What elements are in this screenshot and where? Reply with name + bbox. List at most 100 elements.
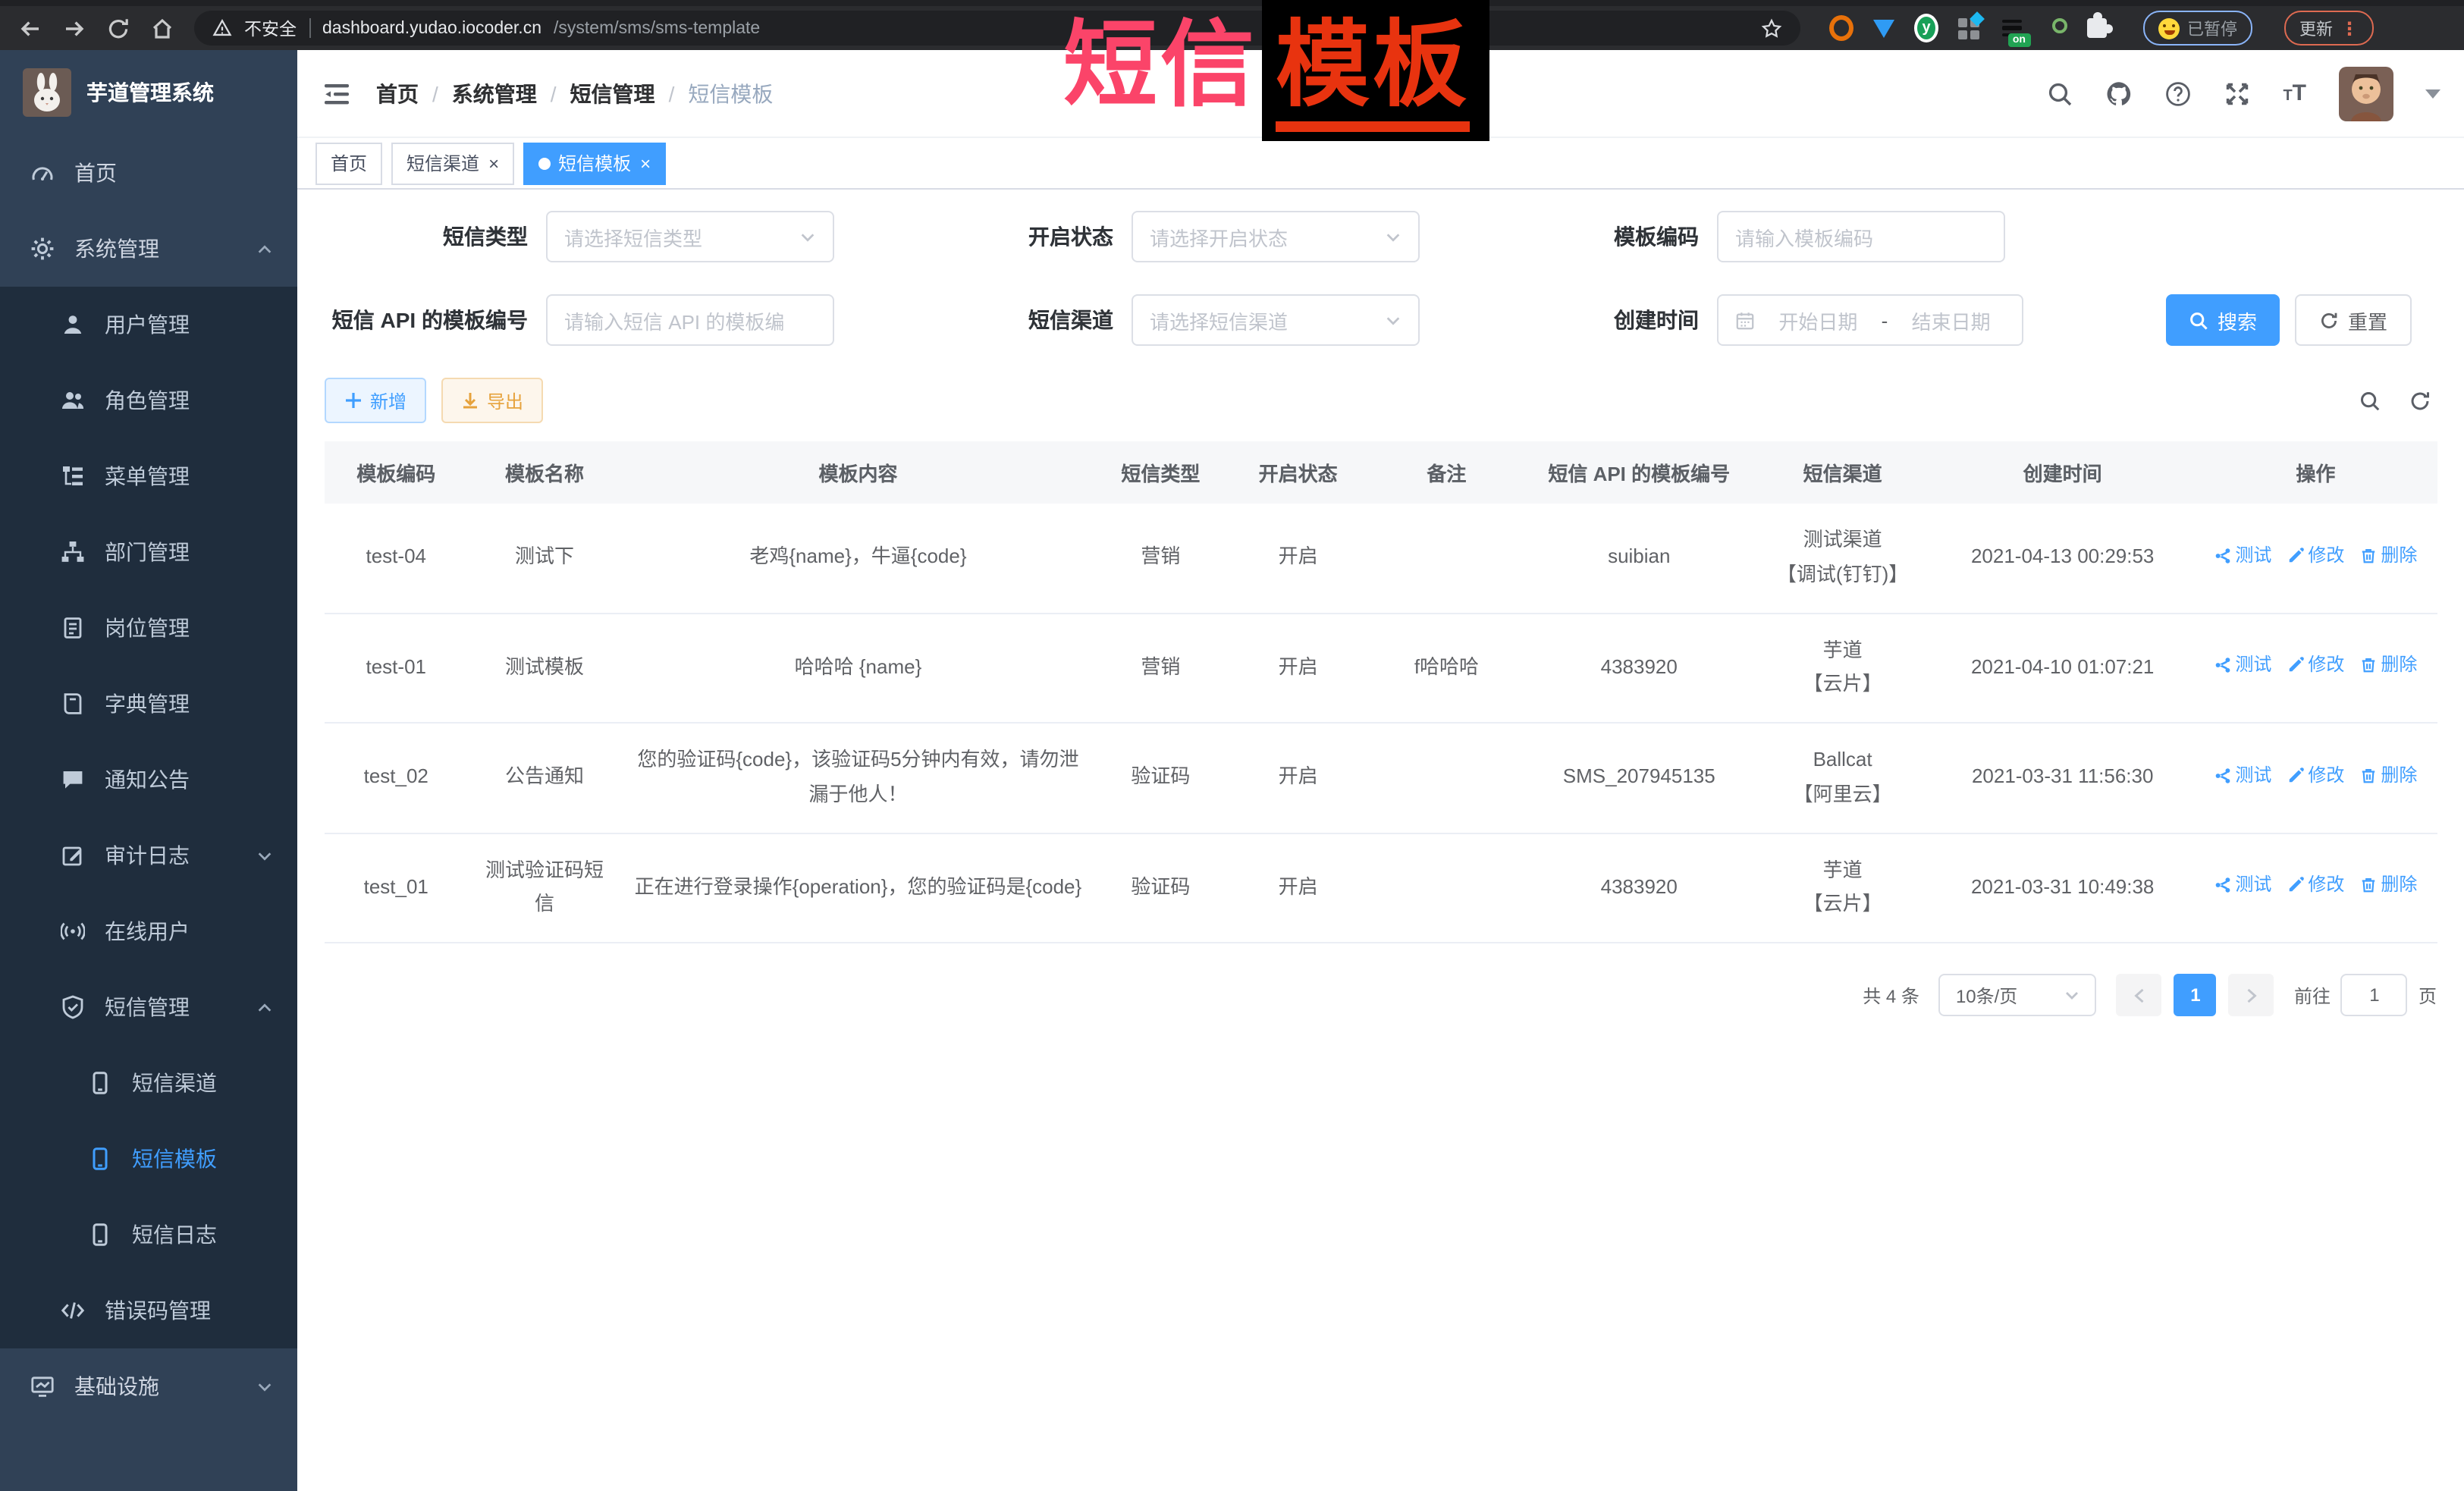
placeholder-text: 请选择短信渠道	[1150, 306, 1288, 334]
delete-link[interactable]: 删除	[2359, 540, 2417, 572]
sidebar-toggle-icon[interactable]	[322, 78, 352, 108]
test-link[interactable]: 测试	[2214, 870, 2271, 902]
cell-created: 2021-04-10 01:07:21	[1931, 613, 2195, 723]
extension-search-person-icon[interactable]	[2042, 16, 2066, 40]
page-size-select[interactable]: 10条/页	[1939, 974, 2097, 1016]
sidebar-item-system[interactable]: 系统管理	[0, 211, 297, 287]
edit-link[interactable]: 修改	[2287, 760, 2344, 792]
reload-icon[interactable]	[106, 16, 130, 40]
cell-actions: 测试修改删除	[2195, 833, 2437, 943]
update-pill[interactable]: 更新 ⋮	[2284, 11, 2374, 46]
sidebar-item-user[interactable]: 用户管理	[0, 287, 297, 363]
font-size-icon[interactable]: TT	[2283, 80, 2306, 106]
sidebar-item-errcode[interactable]: 错误码管理	[0, 1273, 297, 1348]
page-1-button[interactable]: 1	[2174, 974, 2217, 1016]
breadcrumb-item[interactable]: 系统管理	[452, 78, 537, 108]
table-row: test-01测试模板哈哈哈 {name}营销开启f哈哈哈4383920芋道【云…	[325, 613, 2437, 723]
extension-grid-icon[interactable]	[1957, 16, 1981, 40]
sms-type-select[interactable]: 请选择短信类型	[546, 211, 834, 262]
sidebar-item-infra[interactable]: 基础设施	[0, 1348, 297, 1424]
export-button[interactable]: 导出	[441, 378, 543, 423]
back-icon[interactable]	[18, 16, 42, 40]
sidebar-item-online[interactable]: 在线用户	[0, 893, 297, 969]
kebab-menu-icon[interactable]: ⋮	[2340, 17, 2359, 39]
filter-label: 短信类型	[325, 221, 546, 252]
sidebar-item-audit[interactable]: 审计日志	[0, 818, 297, 893]
avatar-caret-icon[interactable]	[2425, 89, 2440, 98]
api-template-id-input[interactable]: 请输入短信 API 的模板编	[546, 294, 834, 346]
tab-sms-template[interactable]: 短信模板 ×	[523, 142, 666, 184]
tab-home[interactable]: 首页	[315, 142, 382, 184]
delete-link[interactable]: 删除	[2359, 870, 2417, 902]
help-icon[interactable]	[2164, 80, 2192, 107]
toggle-search-icon[interactable]	[2358, 389, 2381, 412]
extension-list-on-icon[interactable]: on	[1999, 16, 2023, 40]
col-header-9: 操作	[2195, 441, 2437, 504]
search-button[interactable]: 搜索	[2166, 294, 2280, 346]
edit-link[interactable]: 修改	[2287, 650, 2344, 682]
sidebar-item-notice[interactable]: 通知公告	[0, 742, 297, 818]
extensions-puzzle-icon[interactable]	[2084, 16, 2108, 40]
url-divider	[309, 18, 310, 38]
cell-status: 开启	[1226, 833, 1370, 943]
edit-link[interactable]: 修改	[2287, 870, 2344, 902]
breadcrumb-item[interactable]: 首页	[376, 78, 419, 108]
url-bar[interactable]: 不安全 dashboard.yudao.iocoder.cn/system/sm…	[194, 11, 1800, 46]
chevron-down-icon	[2065, 987, 2080, 1003]
filter-label: 创建时间	[1496, 305, 1717, 335]
extension-y-icon[interactable]: y	[1914, 16, 1938, 40]
channel-select[interactable]: 请选择短信渠道	[1132, 294, 1420, 346]
sidebar-item-home[interactable]: 首页	[0, 135, 297, 211]
sidebar-item-role[interactable]: 角色管理	[0, 363, 297, 438]
cell-status: 开启	[1226, 504, 1370, 613]
refresh-icon[interactable]	[2408, 389, 2431, 412]
reset-button[interactable]: 重置	[2295, 294, 2412, 346]
test-link[interactable]: 测试	[2214, 540, 2271, 572]
sidebar-item-sms[interactable]: 短信管理	[0, 969, 297, 1045]
sidebar-item-dict[interactable]: 字典管理	[0, 666, 297, 742]
cell-actions: 测试修改删除	[2195, 723, 2437, 833]
tab-label: 短信模板	[558, 150, 631, 176]
delete-link[interactable]: 删除	[2359, 760, 2417, 792]
forward-icon[interactable]	[62, 16, 86, 40]
home-icon[interactable]	[150, 16, 174, 40]
add-button[interactable]: 新增	[325, 378, 426, 423]
chevron-down-icon	[799, 228, 816, 245]
sidebar-item-sms-channel[interactable]: 短信渠道	[0, 1045, 297, 1121]
search-icon[interactable]	[2046, 80, 2073, 107]
filter-label: 短信 API 的模板编号	[325, 305, 546, 335]
create-time-range[interactable]: 开始日期-结束日期	[1717, 294, 2023, 346]
breadcrumb-item[interactable]: 短信管理	[570, 78, 655, 108]
next-page-button[interactable]	[2229, 974, 2274, 1016]
fullscreen-icon[interactable]	[2224, 80, 2251, 107]
sidebar-item-sms-log[interactable]: 短信日志	[0, 1197, 297, 1273]
goto-page-input[interactable]: 1	[2341, 974, 2408, 1016]
sidebar-menu: 首页系统管理用户管理角色管理菜单管理部门管理岗位管理字典管理通知公告审计日志在线…	[0, 135, 297, 1424]
sidebar-item-post[interactable]: 岗位管理	[0, 590, 297, 666]
close-icon[interactable]: ×	[487, 154, 499, 172]
tab-sms-channel[interactable]: 短信渠道×	[391, 142, 514, 184]
paused-pill[interactable]: 已暂停	[2143, 11, 2252, 46]
status-select[interactable]: 请选择开启状态	[1132, 211, 1420, 262]
sidebar-item-menu[interactable]: 菜单管理	[0, 438, 297, 514]
cell-content: 老鸡{name}，牛逼{code}	[622, 504, 1095, 613]
filter-item: 创建时间开始日期-结束日期	[1496, 294, 2023, 346]
test-link[interactable]: 测试	[2214, 650, 2271, 682]
sidebar-item-dept[interactable]: 部门管理	[0, 514, 297, 590]
sidebar-item-sms-template[interactable]: 短信模板	[0, 1121, 297, 1197]
extension-orange-icon[interactable]	[1829, 16, 1853, 40]
pagination: 共 4 条 10条/页 1 前往	[325, 974, 2437, 1016]
bookmark-star-icon[interactable]	[1761, 17, 1782, 39]
cell-code: test-01	[325, 613, 468, 723]
user-avatar[interactable]	[2338, 66, 2393, 121]
cell-created: 2021-03-31 11:56:30	[1931, 723, 2195, 833]
close-icon[interactable]: ×	[639, 154, 651, 172]
template-code-input[interactable]: 请输入模板编码	[1717, 211, 2005, 262]
delete-link[interactable]: 删除	[2359, 650, 2417, 682]
test-link[interactable]: 测试	[2214, 760, 2271, 792]
edit-link[interactable]: 修改	[2287, 540, 2344, 572]
prev-page-button[interactable]	[2117, 974, 2162, 1016]
github-icon[interactable]	[2105, 80, 2133, 107]
extension-gem-icon[interactable]	[1872, 16, 1896, 40]
not-secure-icon	[212, 18, 232, 38]
